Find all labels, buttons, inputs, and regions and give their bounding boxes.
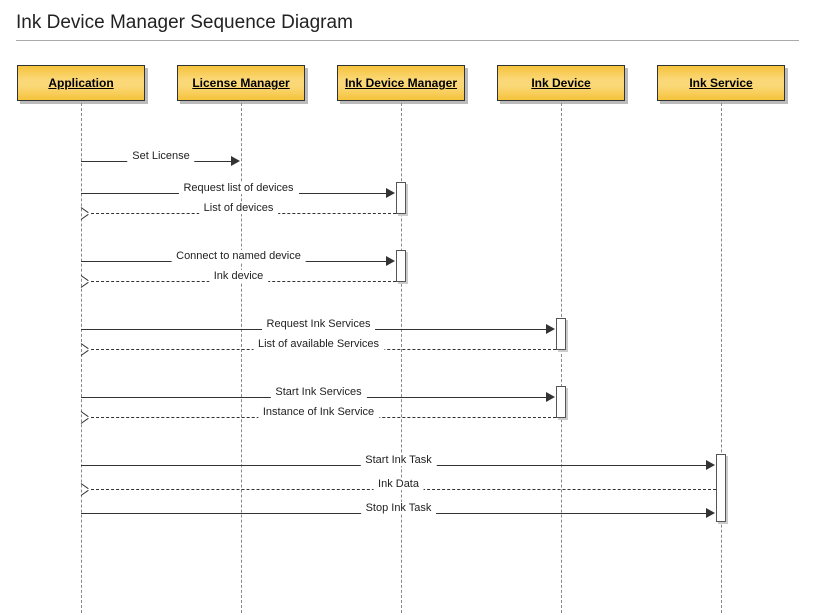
msg-ink-data: Ink Data [81,481,716,497]
participant-application: Application [17,65,145,101]
activation-service-1 [716,454,726,522]
diagram-title: Ink Device Manager Sequence Diagram [16,12,799,34]
msg-label: Set License [127,150,194,162]
lifeline-ink-device [561,103,562,613]
msg-start-ink-services: Start Ink Services [81,389,556,405]
participant-license-manager: License Manager [177,65,305,101]
msg-connect-to-named-device: Connect to named device [81,253,396,269]
msg-label: Stop Ink Task [361,502,437,514]
participant-ink-device-manager: Ink Device Manager [337,65,465,101]
msg-label: Ink device [209,270,269,282]
lifeline-application [81,103,82,613]
lifeline-ink-device-manager [401,103,402,613]
activation-idm-2 [396,250,406,282]
participant-ink-device: Ink Device [497,65,625,101]
msg-label: Instance of Ink Service [258,406,379,418]
sequence-diagram: Application License Manager Ink Device M… [16,65,799,605]
msg-label: Request list of devices [178,182,298,194]
activation-idm-1 [396,182,406,214]
msg-label: Start Ink Services [270,386,366,398]
msg-stop-ink-task: Stop Ink Task [81,505,716,521]
msg-label: Start Ink Task [360,454,436,466]
participant-ink-service: Ink Service [657,65,785,101]
lifeline-ink-service [721,103,722,613]
activation-device-1 [556,318,566,350]
sequence-diagram-container: Ink Device Manager Sequence Diagram Appl… [0,0,815,602]
msg-label: Connect to named device [171,250,306,262]
msg-label: List of available Services [253,338,384,350]
activation-device-2 [556,386,566,418]
msg-label: Ink Data [373,478,424,490]
msg-label: List of devices [199,202,279,214]
msg-list-of-devices: List of devices [81,205,396,221]
msg-list-of-available-services: List of available Services [81,341,556,357]
msg-label: Request Ink Services [262,318,376,330]
msg-instance-of-ink-service: Instance of Ink Service [81,409,556,425]
msg-ink-device: Ink device [81,273,396,289]
divider [16,40,799,41]
msg-set-license: Set License [81,153,241,169]
msg-request-ink-services: Request Ink Services [81,321,556,337]
lifeline-license-manager [241,103,242,613]
msg-request-list-of-devices: Request list of devices [81,185,396,201]
msg-start-ink-task: Start Ink Task [81,457,716,473]
